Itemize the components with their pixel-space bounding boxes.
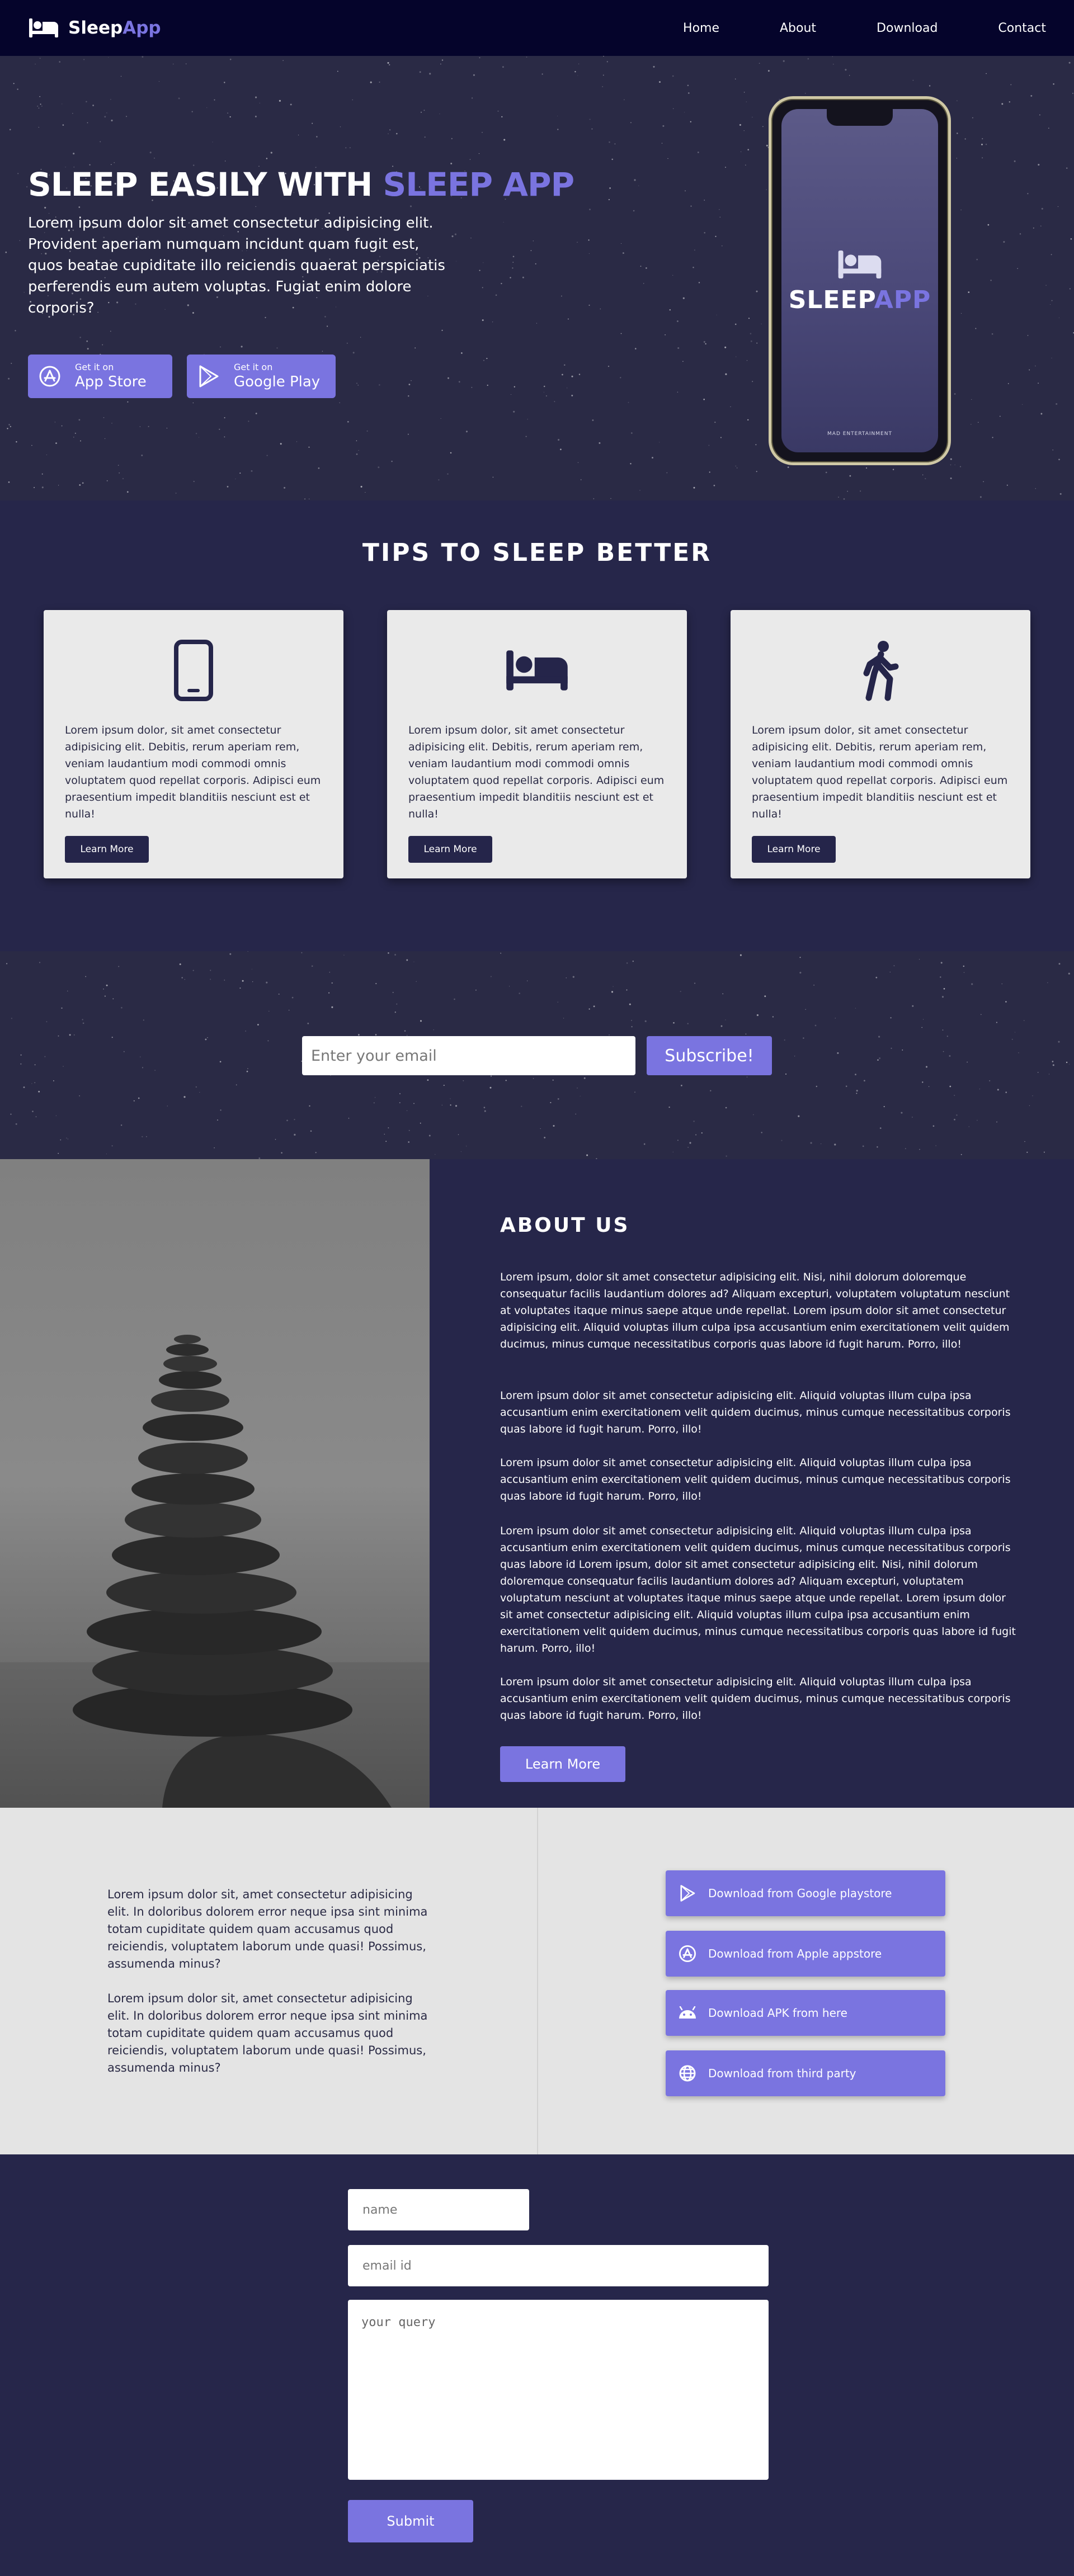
phone-credit: MAD ENTERTAINMENT — [827, 431, 892, 437]
nav-link-contact[interactable]: Contact — [998, 21, 1046, 35]
about-paragraph: Lorem ipsum dolor sit amet consectetur a… — [500, 1676, 1011, 1722]
tips-title: TIPS TO SLEEP BETTER — [362, 538, 712, 567]
learn-more-button[interactable]: Learn More — [408, 836, 492, 863]
about-title: ABOUT US — [500, 1214, 630, 1237]
download-apk-button[interactable]: Download APK from here — [666, 1990, 945, 2036]
email-input[interactable]: Enter your email — [302, 1036, 635, 1075]
about-paragraph: Lorem ipsum dolor sit amet consectetur a… — [500, 1525, 1016, 1655]
hero-section: SLEEP EASILY WITH SLEEP APP Lorem ipsum … — [0, 56, 1074, 500]
submit-button[interactable]: Submit — [348, 2500, 473, 2542]
query-textarea[interactable]: your query — [348, 2300, 769, 2480]
bed-icon — [29, 18, 58, 37]
name-input[interactable]: name — [348, 2189, 529, 2230]
appstore-icon — [37, 363, 63, 389]
about-section: ABOUT US Lorem ipsum, dolor sit amet con… — [0, 1159, 1074, 1808]
phone-icon — [44, 639, 343, 702]
download-third-party-button[interactable]: Download from third party — [666, 2050, 945, 2096]
tip-card-text: Lorem ipsum dolor, sit amet consectetur … — [408, 724, 665, 820]
playstore-button[interactable]: Get it on Google Play — [187, 355, 336, 398]
about-paragraph: Lorem ipsum, dolor sit amet consectetur … — [500, 1271, 1010, 1350]
nav-link-home[interactable]: Home — [683, 21, 719, 35]
android-icon — [678, 2003, 697, 2022]
download-paragraph: Lorem ipsum dolor sit, amet consectetur … — [107, 1888, 428, 1970]
tip-card: Lorem ipsum dolor, sit amet consectetur … — [44, 610, 343, 878]
download-paragraph: Lorem ipsum dolor sit, amet consectetur … — [107, 1992, 428, 2074]
bed-icon — [838, 250, 882, 279]
about-learn-more-button[interactable]: Learn More — [500, 1746, 625, 1782]
playstore-icon — [678, 1884, 697, 1903]
about-paragraph: Lorem ipsum dolor sit amet consectetur a… — [500, 1389, 1011, 1435]
phone-notch — [827, 109, 893, 126]
download-third-party-label: Download from third party — [708, 2067, 856, 2080]
download-playstore-button[interactable]: Download from Google playstore — [666, 1870, 945, 1916]
email-field[interactable]: email id — [348, 2245, 769, 2286]
about-paragraph: Lorem ipsum dolor sit amet consectetur a… — [500, 1457, 1011, 1502]
tip-card: Lorem ipsum dolor, sit amet consectetur … — [387, 610, 687, 878]
section-divider — [537, 1808, 538, 2154]
stacked-stones-image — [0, 1159, 430, 1808]
phone-mockup: SLEEPAPP MAD ENTERTAINMENT — [769, 96, 951, 465]
phone-app-logo: SLEEPAPP — [781, 249, 938, 314]
appstore-button[interactable]: Get it on App Store — [28, 355, 172, 398]
tip-card-text: Lorem ipsum dolor, sit amet consectetur … — [752, 724, 1008, 820]
learn-more-button[interactable]: Learn More — [65, 836, 149, 863]
download-appstore-button[interactable]: Download from Apple appstore — [666, 1931, 945, 1977]
download-section: Lorem ipsum dolor sit, amet consectetur … — [0, 1808, 1074, 2154]
globe-icon — [678, 2064, 697, 2083]
playstore-icon — [196, 363, 222, 389]
hero-title: SLEEP EASILY WITH SLEEP APP — [28, 166, 574, 204]
navbar: SleepApp Home About Download Contact — [0, 0, 1074, 56]
learn-more-button[interactable]: Learn More — [752, 836, 836, 863]
playstore-big-label: Google Play — [234, 374, 321, 390]
tips-section: TIPS TO SLEEP BETTER Lorem ipsum dolor, … — [0, 500, 1074, 951]
download-appstore-label: Download from Apple appstore — [708, 1947, 882, 1960]
brand-name: SleepApp — [68, 18, 161, 38]
appstore-big-label: App Store — [75, 374, 147, 390]
download-playstore-label: Download from Google playstore — [708, 1887, 892, 1900]
appstore-small-label: Get it on — [75, 362, 114, 372]
tip-card-text: Lorem ipsum dolor, sit amet consectetur … — [65, 724, 321, 820]
nav-link-about[interactable]: About — [780, 21, 816, 35]
tip-card: Lorem ipsum dolor, sit amet consectetur … — [731, 610, 1030, 878]
subscribe-button[interactable]: Subscribe! — [647, 1036, 772, 1075]
nav-links: Home About Download Contact — [623, 0, 1046, 56]
contact-section: name email id your query Submit — [0, 2154, 1074, 2576]
appstore-icon — [678, 1944, 697, 1963]
nav-link-download[interactable]: Download — [877, 21, 938, 35]
phone-app-name: SLEEPAPP — [788, 286, 931, 314]
download-apk-label: Download APK from here — [708, 2006, 847, 2020]
walking-icon — [731, 639, 1030, 702]
phone-screen: SLEEPAPP MAD ENTERTAINMENT — [781, 109, 938, 452]
playstore-small-label: Get it on — [234, 362, 273, 372]
brand-logo[interactable]: SleepApp — [28, 17, 161, 39]
bed-icon — [387, 639, 687, 702]
subscribe-section: Enter your email Subscribe! — [0, 951, 1074, 1159]
hero-description: Lorem ipsum dolor sit amet consectetur a… — [28, 215, 445, 316]
